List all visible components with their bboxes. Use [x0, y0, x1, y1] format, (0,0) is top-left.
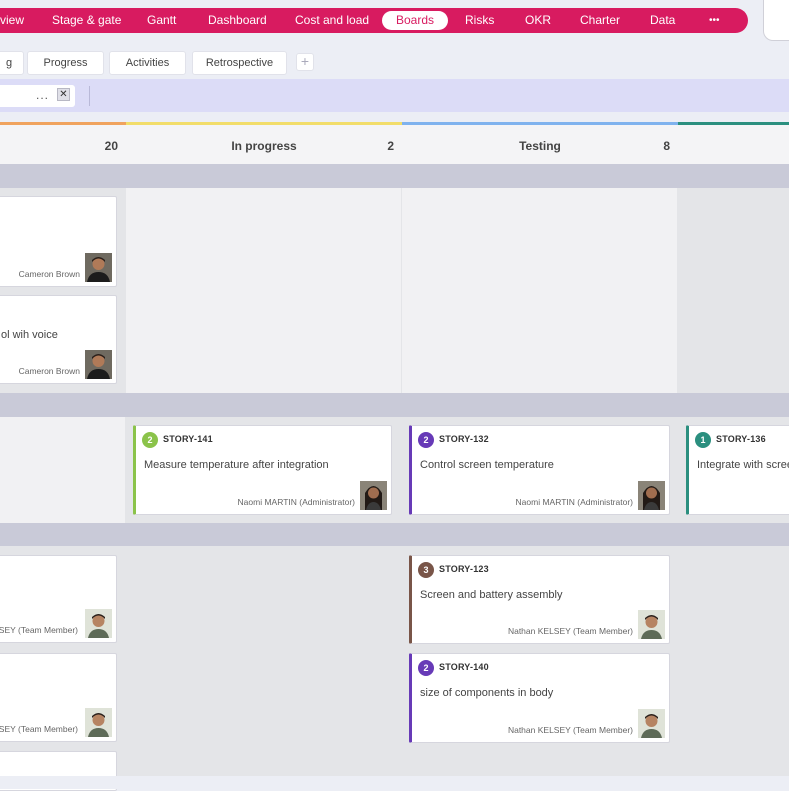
subtab-progress[interactable]: Progress: [27, 51, 104, 75]
column-header: [678, 122, 789, 164]
card-title: ol wih voice: [1, 329, 58, 341]
story-card[interactable]: Cameron Brown: [0, 196, 117, 287]
nav-item-cost-and-load[interactable]: Cost and load: [295, 8, 369, 33]
card-id: STORY-123: [439, 564, 489, 574]
board-cell: [126, 188, 401, 393]
card-title: Screen and battery assembly: [420, 589, 563, 601]
top-right-panel[interactable]: [763, 0, 789, 41]
story-card[interactable]: 1 STORY-136 Integrate with screen N: [686, 425, 789, 515]
story-points-badge: 1: [695, 432, 711, 448]
story-points-badge: 2: [418, 660, 434, 676]
board-footer: [0, 776, 789, 789]
column-title: In progress: [231, 139, 297, 153]
card-id: STORY-141: [163, 434, 213, 444]
card-assignee: Nathan KELSEY (Team Member): [507, 725, 633, 735]
card-id: STORY-140: [439, 662, 489, 672]
add-tab-button[interactable]: +: [296, 53, 314, 71]
card-id: STORY-136: [716, 434, 766, 444]
nav-item-boards[interactable]: Boards: [382, 11, 449, 30]
board-cell: [402, 188, 677, 393]
filter-bar: [0, 79, 789, 112]
column-title: Testing: [519, 139, 561, 153]
story-card[interactable]: 2 STORY-132 Control screen temperature N…: [409, 425, 670, 515]
card-assignee: SEY (Team Member): [0, 625, 78, 635]
board-cell: [0, 417, 125, 523]
card-id: STORY-132: [439, 434, 489, 444]
swimlane-header[interactable]: [0, 393, 789, 417]
card-title: Integrate with screen: [697, 459, 789, 471]
swimlane-header[interactable]: [0, 523, 789, 546]
story-card[interactable]: SEY (Team Member): [0, 555, 117, 643]
column-header: In progress 2: [126, 122, 402, 164]
card-assignee: Naomi MARTIN (Administrator): [515, 497, 633, 507]
story-card[interactable]: SEY (Team Member): [0, 653, 117, 742]
card-assignee: Cameron Brown: [18, 269, 80, 279]
nav-item-dashboard[interactable]: Dashboard: [208, 8, 267, 33]
avatar: [638, 610, 665, 639]
card-title: Measure temperature after integration: [144, 459, 329, 471]
avatar: [85, 708, 112, 737]
story-card[interactable]: ol wih voice Cameron Brown: [0, 295, 117, 384]
avatar: [638, 481, 665, 510]
card-assignee: Naomi MARTIN (Administrator): [237, 497, 355, 507]
nav-item-gantt[interactable]: Gantt: [147, 8, 176, 33]
story-card[interactable]: 3 STORY-123 Screen and battery assembly …: [409, 555, 670, 644]
card-assignee: SEY (Team Member): [0, 724, 78, 734]
nav-item-risks[interactable]: Risks: [465, 8, 494, 33]
nav-item-okr[interactable]: OKR: [525, 8, 551, 33]
avatar: [85, 350, 112, 379]
column-header: 20: [0, 122, 126, 164]
story-points-badge: 2: [142, 432, 158, 448]
nav-item-data[interactable]: Data: [650, 8, 675, 33]
story-points-badge: 3: [418, 562, 434, 578]
avatar: [360, 481, 387, 510]
card-assignee: Cameron Brown: [18, 366, 80, 376]
nav-item-stage-gate[interactable]: Stage & gate: [52, 8, 121, 33]
filter-divider: [89, 86, 90, 106]
subtab-activities[interactable]: Activities: [109, 51, 186, 75]
swimlane-header[interactable]: [0, 164, 789, 188]
story-card[interactable]: 2 STORY-140 size of components in body N…: [409, 653, 670, 743]
card-title: Control screen temperature: [420, 459, 554, 471]
avatar: [85, 253, 112, 282]
card-title: size of components in body: [420, 687, 554, 699]
board-cell: [678, 188, 789, 393]
nav-item-overview[interactable]: view: [0, 8, 24, 33]
nav-more-button[interactable]: •••: [709, 8, 720, 33]
story-card[interactable]: 2 STORY-141 Measure temperature after in…: [133, 425, 392, 515]
column-count: 2: [387, 139, 394, 153]
nav-item-charter[interactable]: Charter: [580, 8, 620, 33]
subtab-retrospective[interactable]: Retrospective: [192, 51, 287, 75]
column-header: Testing 8: [402, 122, 678, 164]
card-assignee: Nathan KELSEY (Team Member): [507, 626, 633, 636]
avatar: [638, 709, 665, 738]
subtab-backlog[interactable]: g: [0, 51, 24, 75]
column-count: 20: [104, 139, 118, 153]
clear-filter-icon[interactable]: ✕: [57, 88, 70, 101]
filter-ellipsis[interactable]: ...: [36, 88, 49, 102]
avatar: [85, 609, 112, 638]
column-count: 8: [663, 139, 670, 153]
story-points-badge: 2: [418, 432, 434, 448]
main-nav-bar: view Stage & gate Gantt Dashboard Cost a…: [0, 8, 748, 33]
